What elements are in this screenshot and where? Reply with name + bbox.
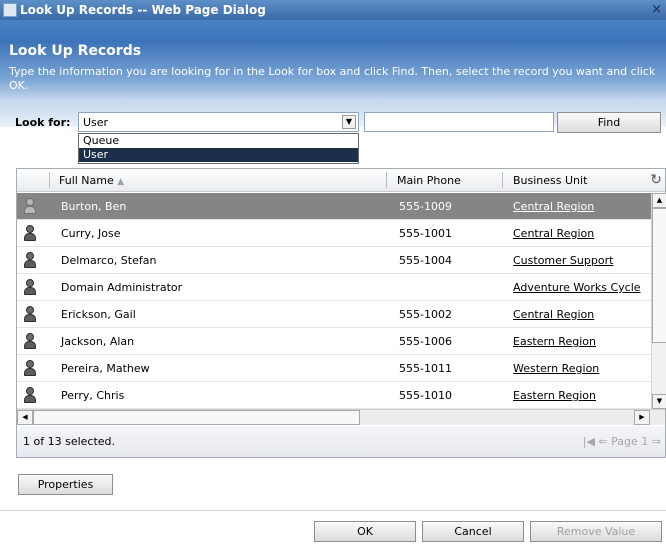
footer-divider	[0, 510, 666, 511]
cancel-button[interactable]: Cancel	[422, 521, 524, 542]
page-number: Page 1	[611, 435, 649, 448]
cell-main-phone: 555-1009	[399, 200, 452, 213]
look-for-selected-value: User	[83, 116, 109, 129]
table-row[interactable]: Burton, Ben 555-1009 Central Region	[17, 193, 651, 220]
scroll-left-icon[interactable]: ◀	[17, 410, 33, 425]
look-for-label: Look for:	[15, 116, 71, 129]
user-icon	[23, 387, 37, 403]
business-unit-link[interactable]: Western Region	[513, 362, 599, 375]
user-icon	[23, 225, 37, 241]
cell-main-phone: 555-1002	[399, 308, 452, 321]
table-row[interactable]: Domain Administrator Adventure Works Cyc…	[17, 274, 651, 301]
pager: |◀ ⇐ Page 1 ⇒	[583, 435, 661, 448]
user-icon	[23, 333, 37, 349]
table-row[interactable]: Perry, Chris 555-1010 Eastern Region	[17, 382, 651, 409]
horizontal-scroll-thumb[interactable]	[33, 410, 360, 425]
table-row[interactable]: Curry, Jose 555-1001 Central Region	[17, 220, 651, 247]
user-icon	[23, 360, 37, 376]
cell-main-phone: 555-1011	[399, 362, 452, 375]
first-page-icon[interactable]: |◀	[583, 435, 595, 448]
window-title: Look Up Records -- Web Page Dialog	[20, 3, 266, 17]
grid-footer: 1 of 13 selected. |◀ ⇐ Page 1 ⇒	[17, 426, 665, 457]
ie-page-icon	[3, 3, 17, 17]
refresh-icon[interactable]: ↻	[650, 172, 662, 188]
grid-header: Full Name ▲ Main Phone Business Unit ↻	[17, 169, 665, 192]
user-icon	[23, 252, 37, 268]
dialog-header: Look Up Records Type the information you…	[0, 20, 666, 127]
scroll-right-icon[interactable]: ▶	[634, 410, 650, 425]
dropdown-option-queue[interactable]: Queue	[79, 134, 358, 148]
window-titlebar: Look Up Records -- Web Page Dialog ×	[0, 0, 666, 20]
vertical-scroll-thumb[interactable]	[652, 208, 666, 343]
chevron-down-icon[interactable]: ▼	[342, 115, 356, 129]
column-separator	[386, 172, 387, 188]
horizontal-scrollbar[interactable]: ◀ ▶	[17, 409, 665, 425]
cell-full-name: Perry, Chris	[61, 389, 125, 402]
grid-rows: Burton, Ben 555-1009 Central Region Curr…	[17, 193, 651, 409]
cell-main-phone: 555-1004	[399, 254, 452, 267]
scroll-down-icon[interactable]: ▼	[652, 394, 666, 409]
column-separator	[502, 172, 503, 188]
user-icon	[23, 198, 37, 214]
cell-full-name: Pereira, Mathew	[61, 362, 150, 375]
table-row[interactable]: Delmarco, Stefan 555-1004 Customer Suppo…	[17, 247, 651, 274]
business-unit-link[interactable]: Eastern Region	[513, 335, 596, 348]
table-row[interactable]: Jackson, Alan 555-1006 Eastern Region	[17, 328, 651, 355]
scroll-up-icon[interactable]: ▲	[652, 193, 666, 208]
dropdown-option-user[interactable]: User	[79, 148, 358, 162]
business-unit-link[interactable]: Central Region	[513, 227, 594, 240]
cell-full-name: Burton, Ben	[61, 200, 127, 213]
cell-main-phone: 555-1001	[399, 227, 452, 240]
table-row[interactable]: Erickson, Gail 555-1002 Central Region	[17, 301, 651, 328]
remove-value-button[interactable]: Remove Value	[530, 521, 662, 542]
cell-full-name: Delmarco, Stefan	[61, 254, 157, 267]
look-for-dropdown-list: Queue User	[78, 133, 359, 164]
records-grid: Full Name ▲ Main Phone Business Unit ↻ B…	[16, 168, 666, 458]
ok-button[interactable]: OK	[314, 521, 416, 542]
column-separator	[49, 172, 50, 188]
look-for-select[interactable]: User ▼	[78, 112, 359, 132]
cell-full-name: Erickson, Gail	[61, 308, 136, 321]
next-page-icon[interactable]: ⇒	[652, 435, 661, 448]
selection-status: 1 of 13 selected.	[23, 435, 116, 448]
close-icon[interactable]: ×	[651, 0, 662, 20]
properties-button[interactable]: Properties	[18, 474, 113, 495]
cell-full-name: Domain Administrator	[61, 281, 183, 294]
user-icon	[23, 306, 37, 322]
cell-main-phone: 555-1010	[399, 389, 452, 402]
column-header-business-unit[interactable]: Business Unit	[513, 174, 587, 187]
user-icon	[23, 279, 37, 295]
column-header-full-name[interactable]: Full Name ▲	[59, 174, 124, 187]
cell-full-name: Jackson, Alan	[61, 335, 135, 348]
business-unit-link[interactable]: Central Region	[513, 200, 594, 213]
page-title: Look Up Records	[9, 43, 142, 59]
business-unit-link[interactable]: Central Region	[513, 308, 594, 321]
business-unit-link[interactable]: Eastern Region	[513, 389, 596, 402]
find-button[interactable]: Find	[557, 112, 661, 133]
cell-main-phone: 555-1006	[399, 335, 452, 348]
vertical-scrollbar[interactable]: ▲ ▼	[651, 193, 666, 409]
column-header-main-phone[interactable]: Main Phone	[397, 174, 461, 187]
business-unit-link[interactable]: Adventure Works Cycle	[513, 281, 641, 294]
business-unit-link[interactable]: Customer Support	[513, 254, 613, 267]
previous-page-icon[interactable]: ⇐	[598, 435, 607, 448]
sort-ascending-icon: ▲	[117, 177, 125, 187]
table-row[interactable]: Pereira, Mathew 555-1011 Western Region	[17, 355, 651, 382]
search-input[interactable]	[364, 112, 554, 132]
cell-full-name: Curry, Jose	[61, 227, 121, 240]
instructions-text: Type the information you are looking for…	[9, 65, 656, 92]
